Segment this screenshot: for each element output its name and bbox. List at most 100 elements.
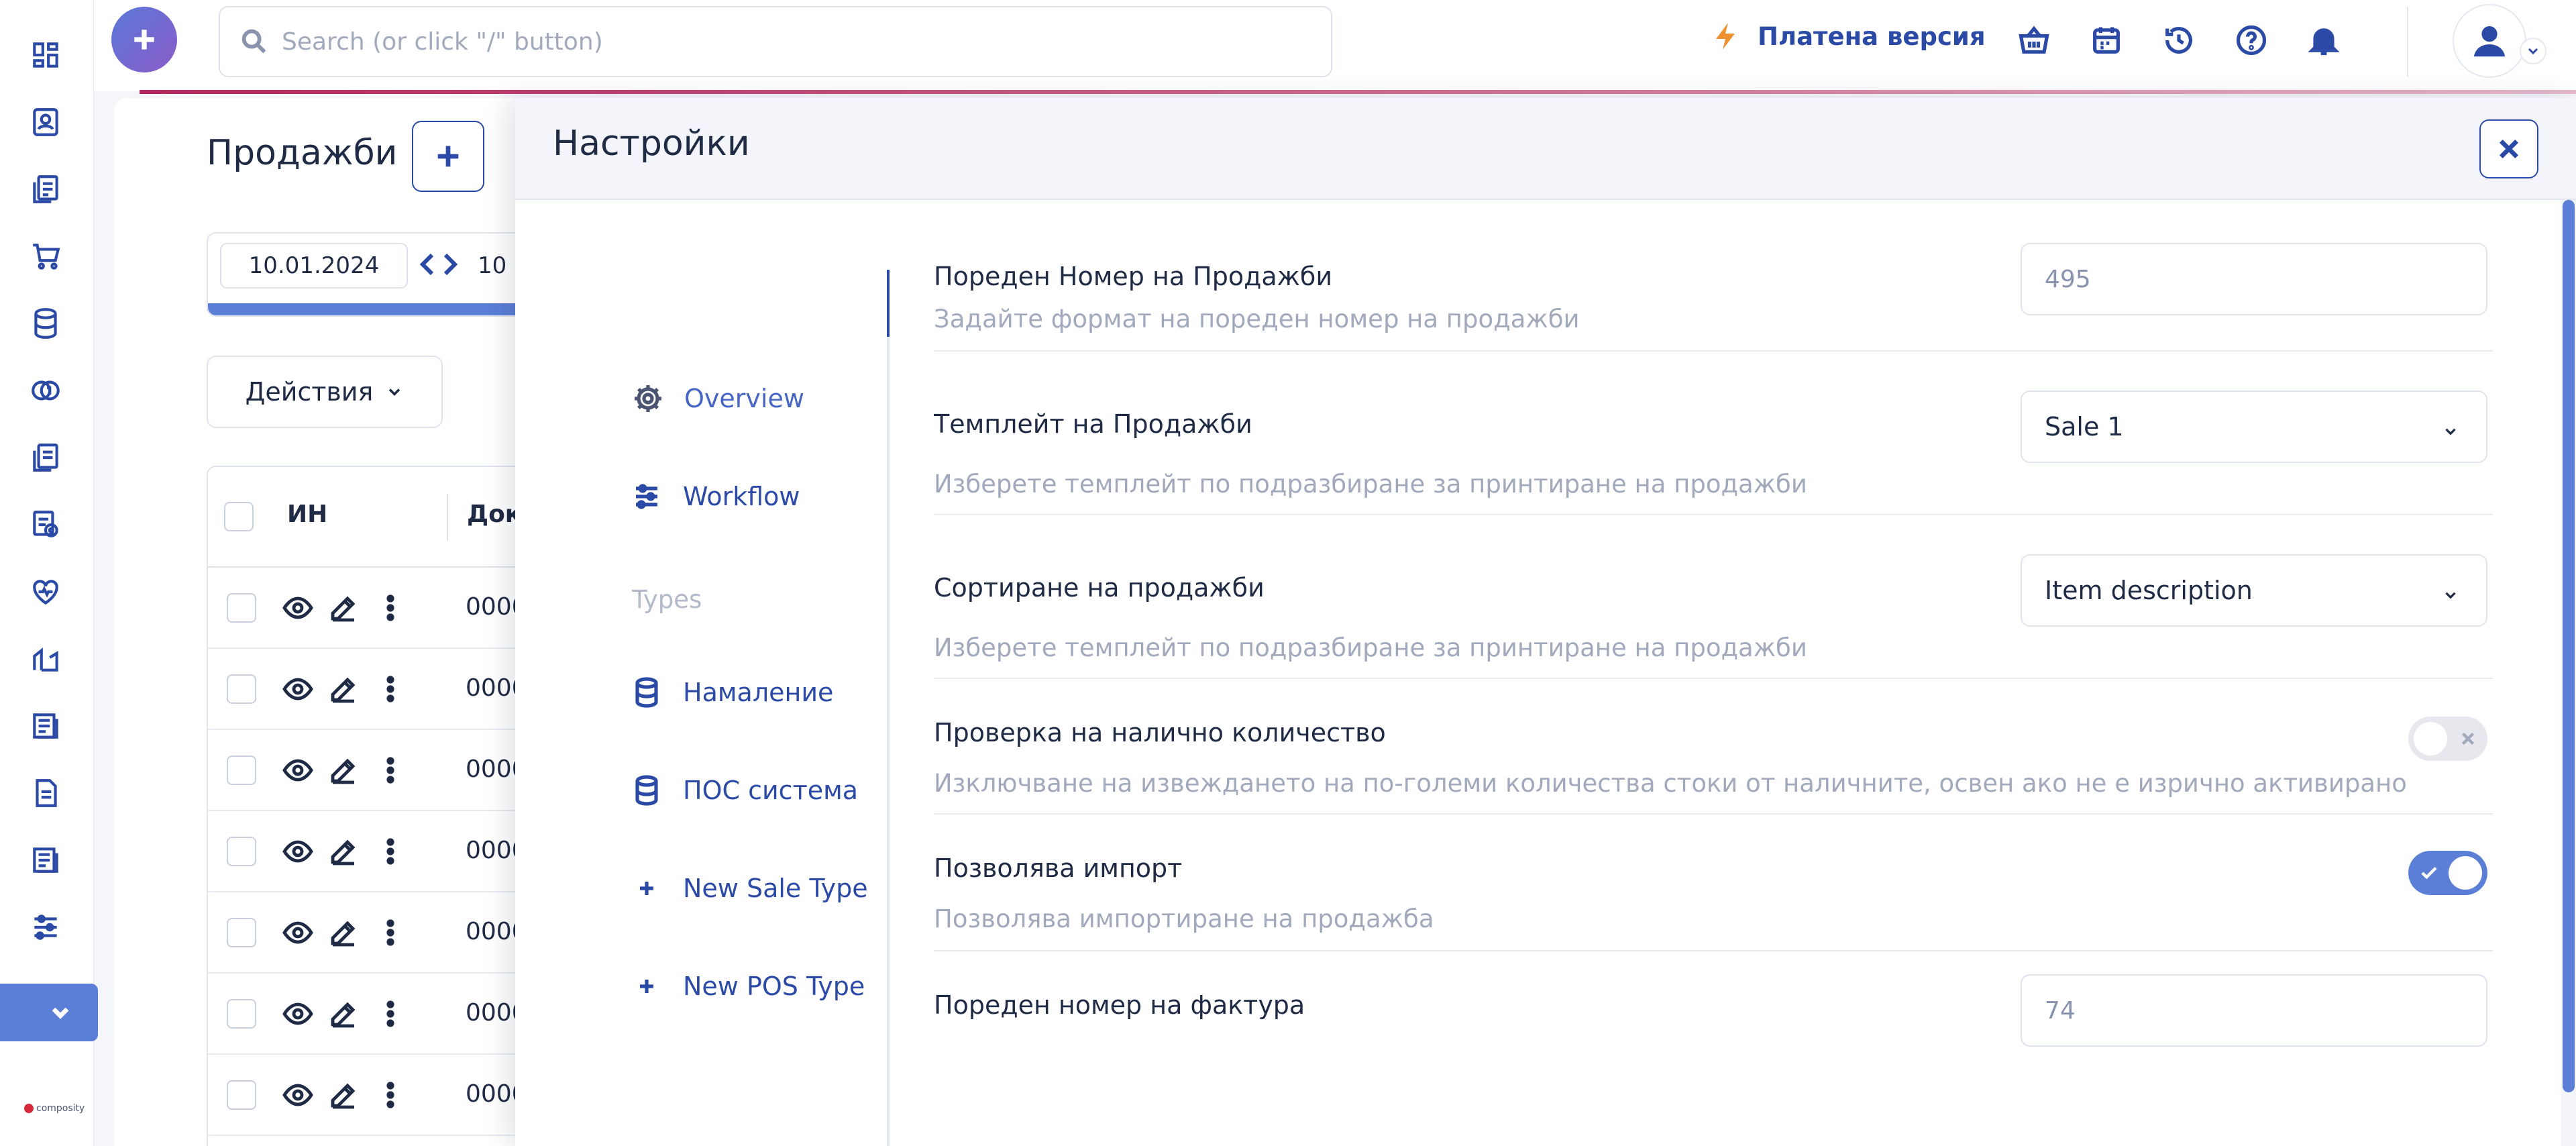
user-avatar[interactable] bbox=[2453, 4, 2526, 78]
setting-description: Изберете темплейт по подразбиране за при… bbox=[934, 633, 1807, 662]
file-icon[interactable] bbox=[24, 772, 67, 815]
plus-icon bbox=[437, 146, 459, 167]
more-vertical-icon[interactable] bbox=[374, 998, 407, 1030]
health-icon[interactable] bbox=[24, 570, 67, 613]
invoices-icon[interactable] bbox=[24, 168, 67, 211]
setting-stock-check: Проверка на налично количество Изключван… bbox=[934, 679, 2493, 815]
row-checkbox[interactable] bbox=[227, 999, 256, 1029]
row-checkbox[interactable] bbox=[227, 674, 256, 704]
plus-icon bbox=[134, 30, 154, 50]
row-checkbox[interactable] bbox=[227, 918, 256, 947]
setting-label: Пореден номер на фактура bbox=[934, 990, 1305, 1020]
edit-icon[interactable] bbox=[327, 673, 360, 705]
sliders-icon[interactable] bbox=[24, 906, 67, 949]
date-range-arrows-icon[interactable] bbox=[419, 251, 458, 278]
rail-collapse-button[interactable] bbox=[0, 984, 98, 1041]
history-icon[interactable] bbox=[2159, 20, 2199, 60]
nav-new-sale-type-label: New Sale Type bbox=[683, 874, 868, 903]
nav-discount[interactable]: Намаление bbox=[631, 676, 833, 709]
nav-new-pos-type[interactable]: New POS Type bbox=[631, 970, 865, 1002]
column-header[interactable]: ИН bbox=[287, 501, 327, 528]
row-checkbox[interactable] bbox=[227, 756, 256, 785]
sale-sorting-select[interactable]: Item description bbox=[2021, 554, 2487, 627]
panel-header: Настройки bbox=[515, 98, 2576, 200]
eye-icon[interactable] bbox=[282, 673, 314, 705]
paid-version-link[interactable]: Платена версия bbox=[1711, 19, 1986, 54]
finance-icon[interactable] bbox=[24, 369, 67, 412]
eye-icon[interactable] bbox=[282, 1079, 314, 1111]
settings-doc-icon[interactable] bbox=[24, 503, 67, 546]
select-all-checkbox[interactable] bbox=[224, 502, 254, 531]
edit-icon[interactable] bbox=[327, 917, 360, 949]
documents-icon[interactable] bbox=[24, 436, 67, 479]
nav-workflow[interactable]: Workflow bbox=[631, 480, 800, 513]
user-menu-toggle[interactable] bbox=[2520, 38, 2546, 64]
stock-check-toggle[interactable] bbox=[2408, 717, 2487, 761]
edit-icon[interactable] bbox=[327, 1079, 360, 1111]
edit-icon[interactable] bbox=[327, 998, 360, 1030]
help-icon[interactable] bbox=[2231, 20, 2271, 60]
database-icon[interactable] bbox=[24, 302, 67, 345]
edit-icon[interactable] bbox=[327, 592, 360, 624]
top-bar: Платена версия bbox=[94, 0, 2576, 91]
date-to-input[interactable]: 10 bbox=[478, 252, 506, 279]
edit-icon[interactable] bbox=[327, 835, 360, 868]
dashboard-icon[interactable] bbox=[24, 34, 67, 76]
setting-label: Проверка на налично количество bbox=[934, 718, 1386, 747]
setting-label: Сортиране на продажби bbox=[934, 573, 1265, 603]
cart-icon[interactable] bbox=[24, 235, 67, 278]
paid-version-label: Платена версия bbox=[1758, 21, 1986, 51]
row-checkbox[interactable] bbox=[227, 837, 256, 866]
invoice-number-input[interactable]: 74 bbox=[2021, 974, 2487, 1047]
bell-icon[interactable] bbox=[2304, 20, 2344, 60]
database-icon bbox=[635, 775, 658, 806]
reports-icon[interactable] bbox=[24, 637, 67, 680]
nav-pos-system[interactable]: ПОС система bbox=[631, 774, 858, 806]
row-checkbox[interactable] bbox=[227, 1080, 256, 1110]
settings-panel: Настройки Overview Workflow Types Намале… bbox=[515, 98, 2576, 1146]
contacts-icon[interactable] bbox=[24, 101, 67, 144]
sale-number-input[interactable]: 495 bbox=[2021, 243, 2487, 315]
row-checkbox[interactable] bbox=[227, 593, 256, 623]
newspaper-icon[interactable] bbox=[24, 705, 67, 747]
gear-icon bbox=[635, 385, 661, 412]
eye-icon[interactable] bbox=[282, 998, 314, 1030]
eye-icon[interactable] bbox=[282, 754, 314, 786]
global-search[interactable] bbox=[219, 6, 1332, 77]
nav-new-sale-type[interactable]: New Sale Type bbox=[631, 872, 868, 904]
eye-icon[interactable] bbox=[282, 592, 314, 624]
setting-description: Изключване на извеждането на по-големи к… bbox=[934, 769, 2407, 798]
more-vertical-icon[interactable] bbox=[374, 673, 407, 705]
eye-icon[interactable] bbox=[282, 917, 314, 949]
scrollbar-thumb[interactable] bbox=[2563, 200, 2575, 1092]
calendar-icon[interactable] bbox=[2086, 20, 2127, 60]
column-divider[interactable] bbox=[447, 494, 448, 541]
more-vertical-icon[interactable] bbox=[374, 917, 407, 949]
sale-template-select[interactable]: Sale 1 bbox=[2021, 390, 2487, 463]
close-button[interactable] bbox=[2479, 119, 2538, 178]
nav-pos-system-label: ПОС система bbox=[683, 776, 859, 805]
actions-dropdown[interactable]: Действия bbox=[207, 356, 443, 428]
sale-sorting-value: Item description bbox=[2045, 576, 2253, 605]
nav-overview-label: Overview bbox=[684, 384, 804, 413]
sale-template-value: Sale 1 bbox=[2045, 412, 2124, 441]
nav-divider bbox=[887, 270, 890, 1146]
setting-description: Задайте формат на пореден номер на прода… bbox=[934, 305, 1580, 333]
more-vertical-icon[interactable] bbox=[374, 754, 407, 786]
more-vertical-icon[interactable] bbox=[374, 592, 407, 624]
search-input[interactable] bbox=[282, 28, 1288, 56]
nav-overview[interactable]: Overview bbox=[632, 382, 804, 415]
edit-icon[interactable] bbox=[327, 754, 360, 786]
create-new-button[interactable] bbox=[111, 7, 177, 72]
date-from-input[interactable]: 10.01.2024 bbox=[220, 243, 408, 289]
eye-icon[interactable] bbox=[282, 835, 314, 868]
more-vertical-icon[interactable] bbox=[374, 835, 407, 868]
setting-allow-import: Позволява импорт Позволява импортиране н… bbox=[934, 815, 2493, 951]
setting-sale-number: Пореден Номер на Продажби Задайте формат… bbox=[934, 200, 2493, 352]
allow-import-toggle[interactable] bbox=[2408, 851, 2487, 895]
more-vertical-icon[interactable] bbox=[374, 1079, 407, 1111]
chevron-down-icon bbox=[2445, 592, 2456, 599]
add-sale-button[interactable] bbox=[412, 121, 484, 192]
ledger-icon[interactable] bbox=[24, 839, 67, 882]
basket-icon[interactable] bbox=[2014, 20, 2054, 60]
